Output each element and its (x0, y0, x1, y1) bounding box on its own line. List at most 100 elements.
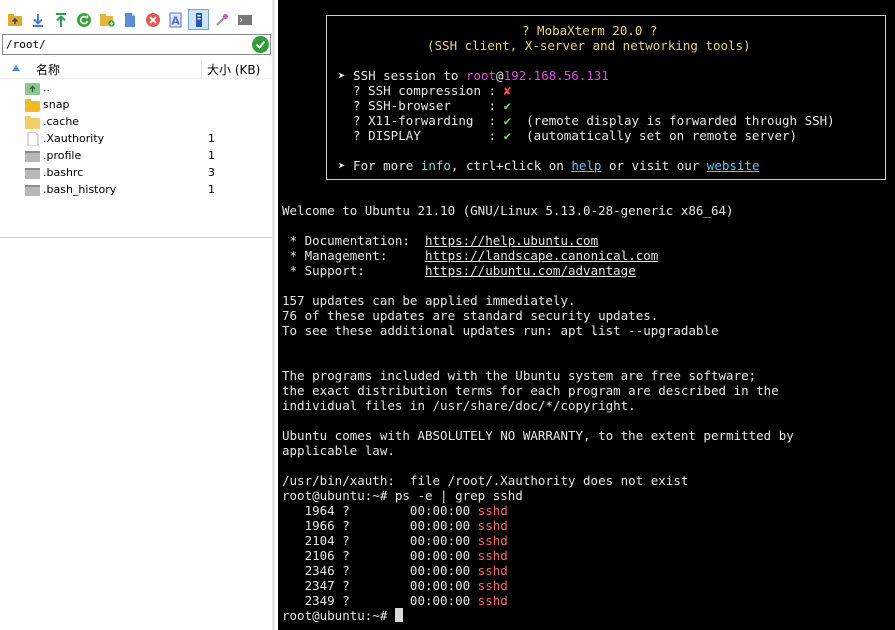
file-row-cache[interactable]: .cache (0, 114, 272, 131)
process-row: 2106 ? 00:00:00 sshd (282, 548, 508, 563)
feature-ssh-browser: ? SSH-browser : ✔ (338, 98, 511, 113)
feature-label: ? X11-forwarding : (338, 113, 504, 128)
process-info: 2349 ? 00:00:00 (282, 593, 478, 608)
open-terminal-button[interactable] (234, 9, 255, 30)
process-name: sshd (477, 563, 508, 578)
process-name: sshd (477, 503, 508, 518)
banner-subtitle: (SSH client, X-server and networking too… (427, 38, 751, 53)
process-row: 2347 ? 00:00:00 sshd (282, 578, 508, 593)
management-link[interactable]: https://landscape.canonical.com (425, 248, 658, 263)
script-file-icon (25, 185, 40, 196)
file-icon (27, 132, 39, 146)
file-name: .Xauthority (43, 132, 105, 145)
feature-note: (remote display is forwarded through SSH… (511, 113, 835, 128)
process-row: 1966 ? 00:00:00 sshd (282, 518, 508, 533)
process-name: sshd (477, 518, 508, 533)
go-parent-icon (7, 13, 22, 26)
delete-button[interactable] (142, 9, 163, 30)
file-size: 1 (208, 183, 215, 196)
check-mark-icon: ✔ (503, 113, 512, 128)
feature-label: ? DISPLAY : (338, 128, 504, 143)
rename-icon: A (169, 12, 181, 27)
motd-updates-line: 76 of these updates are standard securit… (282, 308, 659, 323)
feature-ssh-compression: ? SSH compression : ✘ (338, 83, 511, 98)
file-row-snap[interactable]: snap (0, 97, 272, 114)
process-name: sshd (477, 548, 508, 563)
motd-updates-line: To see these additional updates run: apt… (282, 323, 719, 338)
help-link[interactable]: help (571, 158, 601, 173)
panel-splitter[interactable] (272, 0, 275, 630)
script-file-icon (25, 151, 40, 162)
file-row-xauthority[interactable]: .Xauthority 1 (0, 131, 272, 148)
process-name: sshd (477, 593, 508, 608)
parent-folder-icon (25, 83, 40, 95)
banner-more-line: ➤ For more info, ctrl+click on help or v… (338, 158, 759, 173)
file-row-profile[interactable]: .profile 1 (0, 148, 272, 165)
motd-link-label: * Management: (282, 248, 425, 263)
motd-welcome: Welcome to Ubuntu 21.10 (GNU/Linux 5.13.… (282, 203, 734, 218)
new-folder-button[interactable] (96, 9, 117, 30)
website-link[interactable]: website (707, 158, 760, 173)
delete-icon (145, 12, 160, 27)
support-link[interactable]: https://ubuntu.com/advantage (425, 263, 636, 278)
path-bar (2, 34, 271, 55)
rename-button[interactable]: A (165, 9, 186, 30)
download-button[interactable] (27, 9, 48, 30)
motd-management-line: * Management: https://landscape.canonica… (282, 248, 659, 263)
refresh-button[interactable] (73, 9, 94, 30)
file-list-header: 名称 大小 (KB) (0, 59, 272, 79)
check-mark-icon: ✔ (503, 98, 512, 113)
file-name: snap (43, 98, 70, 111)
documentation-link[interactable]: https://help.ubuntu.com (425, 233, 598, 248)
motd-link-label: * Documentation: (282, 233, 425, 248)
command-line: root@ubuntu:~# ps -e | grep sshd (282, 488, 523, 503)
process-info: 2347 ? 00:00:00 (282, 578, 478, 593)
column-header-name[interactable]: 名称 (36, 61, 60, 78)
file-row-parent[interactable]: .. (0, 80, 272, 97)
column-separator[interactable] (201, 59, 202, 78)
file-size: 3 (208, 166, 215, 179)
follow-terminal-folder-button[interactable] (211, 9, 232, 30)
file-name: .profile (43, 149, 82, 162)
shell-prompt: root@ubuntu:~# (282, 608, 395, 623)
xauth-message: /usr/bin/xauth: file /root/.Xauthority d… (282, 473, 689, 488)
motd-license-line: the exact distribution terms for each pr… (282, 383, 779, 398)
column-header-size[interactable]: 大小 (KB) (207, 61, 260, 78)
motd-warranty-line: applicable law. (282, 443, 395, 458)
file-name: .bash_history (43, 183, 117, 196)
sort-ascending-icon[interactable] (12, 65, 20, 71)
more-info: info (420, 158, 451, 173)
follow-terminal-icon (215, 13, 228, 26)
process-name: sshd (477, 578, 508, 593)
motd-warranty-line: Ubuntu comes with ABSOLUTELY NO WARRANTY… (282, 428, 794, 443)
file-row-bashrc[interactable]: .bashrc 3 (0, 165, 272, 182)
terminal[interactable]: ? MobaXterm 20.0 ? (SSH client, X-server… (278, 0, 895, 630)
motd-support-line: * Support: https://ubuntu.com/advantage (282, 263, 636, 278)
session-at: @ (496, 68, 504, 83)
file-size: 1 (208, 149, 215, 162)
process-row: 1964 ? 00:00:00 sshd (282, 503, 508, 518)
check-mark-icon: ✔ (503, 128, 512, 143)
terminal-cursor[interactable] (394, 608, 403, 622)
process-info: 2106 ? 00:00:00 (282, 548, 478, 563)
path-go-button[interactable] (252, 36, 269, 53)
file-row-bash-history[interactable]: .bash_history 1 (0, 182, 272, 199)
folder-icon (25, 116, 40, 129)
checkmark-icon (255, 40, 266, 49)
feature-x11-forwarding: ? X11-forwarding : ✔ (remote display is … (338, 113, 835, 128)
session-prefix: ➤ SSH session to (338, 68, 466, 83)
motd-license-line: individual files in /usr/share/doc/*/cop… (282, 398, 636, 413)
motd-updates-line: 157 updates can be applied immediately. (282, 293, 576, 308)
upload-button[interactable] (50, 9, 71, 30)
toggle-hidden-icon (195, 12, 202, 27)
feature-display: ? DISPLAY : ✔ (automatically set on remo… (338, 128, 797, 143)
new-file-button[interactable] (119, 9, 140, 30)
process-row: 2346 ? 00:00:00 sshd (282, 563, 508, 578)
session-host: 192.168.56.131 (503, 68, 609, 83)
path-input[interactable] (6, 36, 246, 52)
feature-label: ? SSH compression : (338, 83, 504, 98)
go-parent-button[interactable] (4, 9, 25, 30)
toggle-hidden-files-button[interactable] (188, 9, 209, 30)
folder-icon (25, 99, 40, 112)
process-info: 2346 ? 00:00:00 (282, 563, 478, 578)
